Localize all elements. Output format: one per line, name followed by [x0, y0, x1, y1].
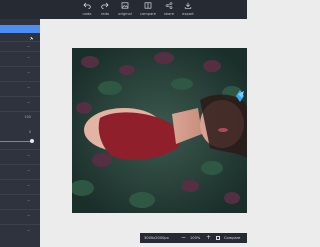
chevron-down-icon[interactable]: ⌄ — [26, 168, 30, 172]
chevron-down-icon[interactable]: ⌄ — [26, 153, 30, 157]
original-button[interactable]: original — [114, 1, 136, 17]
photo-image — [72, 48, 247, 213]
sidebar-divider — [0, 66, 40, 67]
adjustment-slider[interactable] — [0, 141, 33, 142]
sidebar-divider — [0, 179, 40, 180]
zoom-out-button[interactable]: − — [181, 234, 186, 242]
sidebar-divider — [0, 81, 40, 82]
image-dimensions: 3000x2000px — [144, 236, 169, 240]
chevron-down-icon[interactable]: ⌄ — [26, 55, 30, 59]
chevron-down-icon[interactable]: ⌄ — [26, 228, 30, 232]
chevron-down-icon[interactable]: ⌄ — [26, 70, 30, 74]
zoom-level: 100% — [190, 236, 201, 240]
redo-icon — [94, 2, 116, 12]
redo-button[interactable]: redo — [94, 1, 116, 17]
sidebar-divider — [0, 41, 40, 42]
sidebar-divider — [0, 51, 40, 52]
photo-canvas[interactable] — [72, 48, 247, 213]
sidebar-active-section[interactable] — [0, 25, 40, 41]
original-label: original — [118, 12, 132, 16]
compare-toggle-label[interactable]: Compare — [224, 235, 240, 241]
sidebar-divider — [0, 164, 40, 165]
slider-value: 100 — [24, 115, 31, 119]
compare-button[interactable]: compare — [137, 1, 159, 17]
status-bar: 3000x2000px − 100% + Compare — [140, 233, 247, 243]
sidebar-divider — [0, 111, 40, 112]
top-toolbar: undo redo original compare share export — [0, 0, 247, 19]
sidebar-divider — [0, 209, 40, 210]
adjustments-sidebar: ⌄ ⌄ ⌄ ⌄ ⌄ 100 0 ⌄ ⌄ ⌄ ⌄ ⌄ ⌄ — [0, 19, 40, 247]
chevron-down-icon[interactable]: ⌄ — [26, 100, 30, 104]
compare-toggle-icon[interactable] — [216, 236, 220, 240]
compare-icon — [137, 2, 159, 12]
chevron-down-icon[interactable]: ⌄ — [26, 183, 30, 187]
sidebar-divider — [0, 224, 40, 225]
chevron-down-icon[interactable]: ⌄ — [26, 198, 30, 202]
slider-value: 0 — [28, 130, 31, 134]
export-button[interactable]: export — [177, 1, 199, 17]
sidebar-divider — [0, 96, 40, 97]
download-icon — [177, 2, 199, 12]
image-icon — [114, 2, 136, 12]
chevron-down-icon[interactable]: ⌄ — [26, 85, 30, 89]
export-label: export — [182, 12, 194, 16]
sidebar-divider — [0, 149, 40, 150]
compare-label: compare — [140, 12, 156, 16]
chevron-down-icon[interactable]: ⌄ — [26, 44, 30, 48]
redo-label: redo — [100, 12, 110, 16]
slider-handle[interactable] — [30, 139, 34, 143]
chevron-down-icon[interactable]: ⌄ — [26, 213, 30, 217]
sidebar-divider — [0, 194, 40, 195]
zoom-in-button[interactable]: + — [206, 234, 211, 242]
